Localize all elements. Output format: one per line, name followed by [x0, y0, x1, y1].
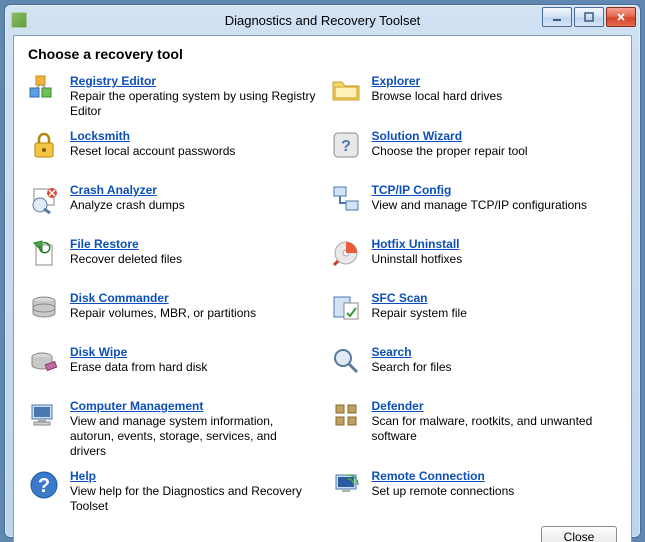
- tool-link-search[interactable]: Search: [372, 345, 412, 359]
- tool-item-tcp-ip-config: TCP/IP ConfigView and manage TCP/IP conf…: [330, 179, 618, 233]
- tool-item-computer-management: Computer ManagementView and manage syste…: [28, 395, 316, 465]
- tool-desc: Search for files: [372, 360, 618, 375]
- diskcmd-icon: [28, 291, 60, 323]
- tool-text: Registry EditorRepair the operating syst…: [70, 74, 316, 119]
- tool-item-crash-analyzer: Crash AnalyzerAnalyze crash dumps: [28, 179, 316, 233]
- app-icon: [11, 12, 27, 28]
- window-frame: Diagnostics and Recovery Toolset Choose …: [4, 4, 641, 538]
- tool-link-disk-wipe[interactable]: Disk Wipe: [70, 345, 127, 359]
- tool-desc: Choose the proper repair tool: [372, 144, 618, 159]
- search-icon: [330, 345, 362, 377]
- page-heading: Choose a recovery tool: [28, 46, 617, 62]
- maximize-button[interactable]: [574, 7, 604, 27]
- sfc-icon: [330, 291, 362, 323]
- tool-text: TCP/IP ConfigView and manage TCP/IP conf…: [372, 183, 618, 213]
- tool-item-disk-commander: Disk CommanderRepair volumes, MBR, or pa…: [28, 287, 316, 341]
- tool-desc: View and manage TCP/IP configurations: [372, 198, 618, 213]
- lock-icon: [28, 129, 60, 161]
- tool-link-remote-connection[interactable]: Remote Connection: [372, 469, 485, 483]
- tool-item-defender: DefenderScan for malware, rootkits, and …: [330, 395, 618, 465]
- wizard-icon: ?: [330, 129, 362, 161]
- tool-text: Disk CommanderRepair volumes, MBR, or pa…: [70, 291, 316, 321]
- tool-item-registry-editor: Registry EditorRepair the operating syst…: [28, 70, 316, 125]
- tool-link-tcp-ip-config[interactable]: TCP/IP Config: [372, 183, 452, 197]
- tool-desc: Browse local hard drives: [372, 89, 618, 104]
- tool-desc: View help for the Diagnostics and Recove…: [70, 484, 316, 514]
- tool-item-disk-wipe: Disk WipeErase data from hard disk: [28, 341, 316, 395]
- tool-text: SFC ScanRepair system file: [372, 291, 618, 321]
- tool-text: DefenderScan for malware, rootkits, and …: [372, 399, 618, 444]
- tool-item-sfc-scan: SFC ScanRepair system file: [330, 287, 618, 341]
- tool-desc: Reset local account passwords: [70, 144, 316, 159]
- tool-item-explorer: ExplorerBrowse local hard drives: [330, 70, 618, 125]
- tool-link-disk-commander[interactable]: Disk Commander: [70, 291, 169, 305]
- tool-text: ExplorerBrowse local hard drives: [372, 74, 618, 104]
- tool-item-hotfix-uninstall: Hotfix UninstallUninstall hotfixes: [330, 233, 618, 287]
- tool-desc: View and manage system information, auto…: [70, 414, 316, 459]
- svg-text:?: ?: [341, 138, 351, 155]
- tool-text: File RestoreRecover deleted files: [70, 237, 316, 267]
- remote-icon: [330, 469, 362, 501]
- tool-desc: Repair the operating system by using Reg…: [70, 89, 316, 119]
- tool-text: Solution WizardChoose the proper repair …: [372, 129, 618, 159]
- folder-icon: [330, 74, 362, 106]
- titlebar: Diagnostics and Recovery Toolset: [5, 5, 640, 35]
- tool-desc: Repair system file: [372, 306, 618, 321]
- tool-desc: Analyze crash dumps: [70, 198, 316, 213]
- tool-link-locksmith[interactable]: Locksmith: [70, 129, 130, 143]
- tool-text: LocksmithReset local account passwords: [70, 129, 316, 159]
- tool-link-sfc-scan[interactable]: SFC Scan: [372, 291, 428, 305]
- tools-grid: Registry EditorRepair the operating syst…: [28, 70, 617, 520]
- tool-link-explorer[interactable]: Explorer: [372, 74, 421, 88]
- tool-link-registry-editor[interactable]: Registry Editor: [70, 74, 156, 88]
- tool-item-solution-wizard: ? Solution WizardChoose the proper repair…: [330, 125, 618, 179]
- tool-desc: Uninstall hotfixes: [372, 252, 618, 267]
- minimize-icon: [552, 12, 562, 22]
- tool-text: Remote ConnectionSet up remote connectio…: [372, 469, 618, 499]
- tool-desc: Repair volumes, MBR, or partitions: [70, 306, 316, 321]
- tool-desc: Erase data from hard disk: [70, 360, 316, 375]
- tool-text: Computer ManagementView and manage syste…: [70, 399, 316, 459]
- close-window-button[interactable]: [606, 7, 636, 27]
- tool-desc: Set up remote connections: [372, 484, 618, 499]
- tool-link-file-restore[interactable]: File Restore: [70, 237, 139, 251]
- tool-text: Hotfix UninstallUninstall hotfixes: [372, 237, 618, 267]
- maximize-icon: [584, 12, 594, 22]
- tool-item-locksmith: LocksmithReset local account passwords: [28, 125, 316, 179]
- network-icon: [330, 183, 362, 215]
- tool-text: Crash AnalyzerAnalyze crash dumps: [70, 183, 316, 213]
- window-controls: [542, 7, 636, 27]
- tool-link-computer-management[interactable]: Computer Management: [70, 399, 203, 413]
- close-button[interactable]: Close: [541, 526, 617, 542]
- tool-link-hotfix-uninstall[interactable]: Hotfix Uninstall: [372, 237, 460, 251]
- diskwipe-icon: [28, 345, 60, 377]
- tool-link-help[interactable]: Help: [70, 469, 96, 483]
- crash-icon: [28, 183, 60, 215]
- computer-icon: [28, 399, 60, 431]
- help-icon: ?: [28, 469, 60, 501]
- tool-desc: Scan for malware, rootkits, and unwanted…: [372, 414, 618, 444]
- footer: Close: [28, 520, 617, 542]
- tool-item-file-restore: File RestoreRecover deleted files: [28, 233, 316, 287]
- tool-item-help: ? HelpView help for the Diagnostics and R…: [28, 465, 316, 520]
- svg-text:?: ?: [38, 475, 50, 497]
- client-area: Choose a recovery tool Registry EditorRe…: [13, 35, 632, 542]
- tool-text: Disk WipeErase data from hard disk: [70, 345, 316, 375]
- hotfix-icon: [330, 237, 362, 269]
- tool-link-solution-wizard[interactable]: Solution Wizard: [372, 129, 463, 143]
- restore-icon: [28, 237, 60, 269]
- tool-link-defender[interactable]: Defender: [372, 399, 424, 413]
- minimize-button[interactable]: [542, 7, 572, 27]
- tool-text: SearchSearch for files: [372, 345, 618, 375]
- tool-text: HelpView help for the Diagnostics and Re…: [70, 469, 316, 514]
- tool-item-remote-connection: Remote ConnectionSet up remote connectio…: [330, 465, 618, 520]
- defender-icon: [330, 399, 362, 431]
- tool-link-crash-analyzer[interactable]: Crash Analyzer: [70, 183, 157, 197]
- close-icon: [616, 12, 626, 22]
- tool-desc: Recover deleted files: [70, 252, 316, 267]
- tool-item-search: SearchSearch for files: [330, 341, 618, 395]
- registry-icon: [28, 74, 60, 106]
